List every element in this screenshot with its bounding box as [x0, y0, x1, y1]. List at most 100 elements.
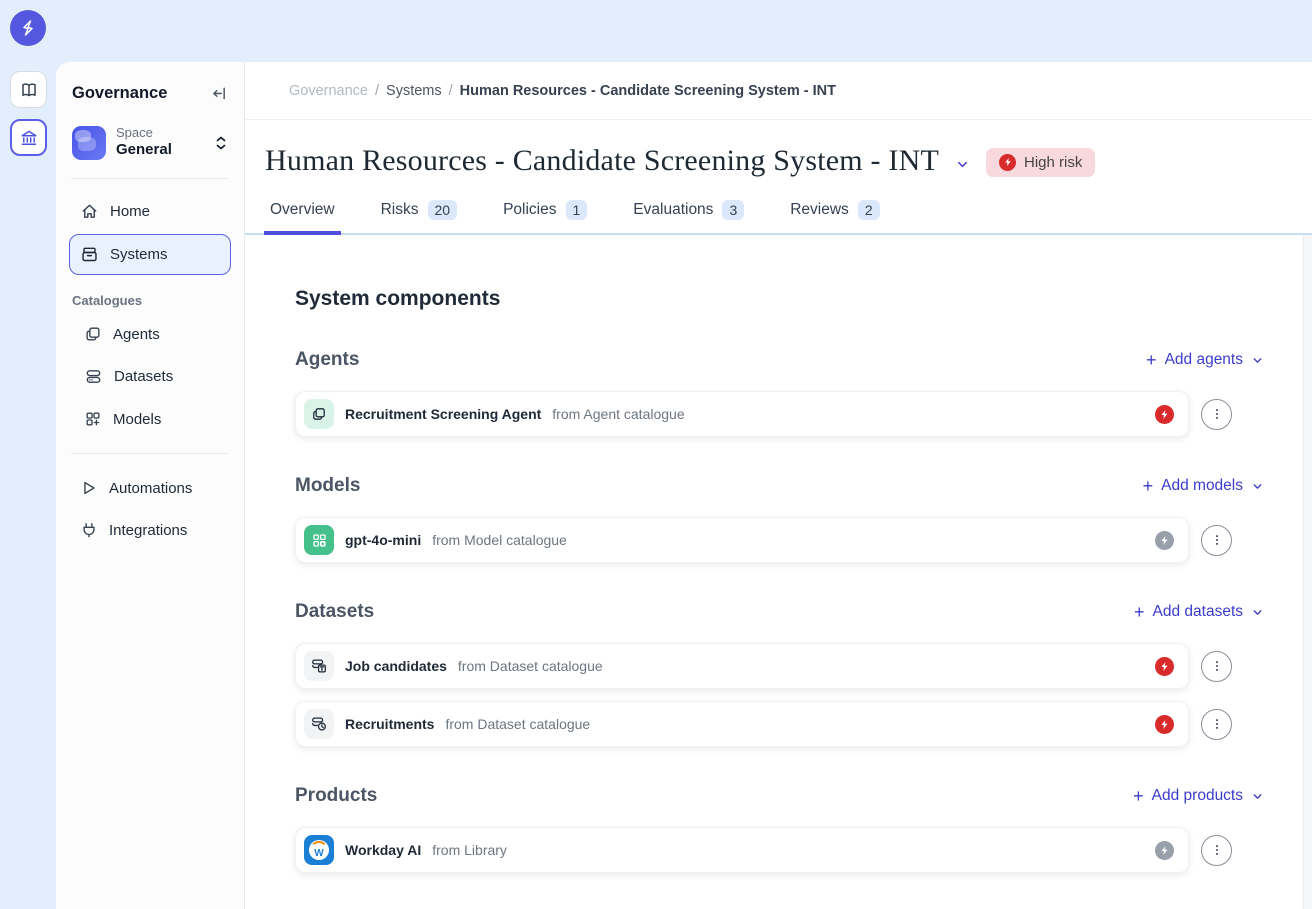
tab-evaluations[interactable]: Evaluations 3: [630, 190, 747, 233]
systems-drawer-icon: [80, 245, 99, 264]
high-risk-bolt-icon: [1155, 405, 1174, 424]
sidebar-item-integrations[interactable]: Integrations: [69, 510, 231, 550]
kebab-menu-button[interactable]: [1201, 709, 1232, 740]
model-card-gpt-4o-mini[interactable]: gpt-4o-mini from Model catalogue: [295, 517, 1189, 563]
component-source: from Model catalogue: [432, 532, 567, 548]
risk-badge: High risk: [986, 148, 1095, 177]
plus-icon: +: [1133, 787, 1144, 805]
space-label: Space: [116, 125, 204, 141]
database-icon: [84, 367, 103, 386]
chevron-down-icon: [1251, 480, 1264, 493]
risk-badge-label: High risk: [1024, 154, 1082, 171]
kebab-menu-button[interactable]: [1201, 399, 1232, 430]
library-rail-button[interactable]: [10, 71, 47, 108]
chevron-down-icon: [1251, 606, 1264, 619]
home-icon: [80, 202, 99, 221]
neutral-bolt-icon: [1155, 531, 1174, 550]
tab-policies[interactable]: Policies 1: [500, 190, 590, 233]
sidebar-item-models[interactable]: Models: [73, 399, 231, 439]
component-source: from Library: [432, 842, 507, 858]
tab-overview[interactable]: Overview: [267, 190, 338, 233]
play-icon: [80, 479, 98, 497]
dataset-card-job-candidates[interactable]: Job candidates from Dataset catalogue: [295, 643, 1189, 689]
component-source: from Agent catalogue: [552, 406, 684, 422]
plus-icon: +: [1143, 477, 1154, 495]
tab-label: Evaluations: [633, 201, 713, 219]
kebab-menu-button[interactable]: [1201, 835, 1232, 866]
sidebar-item-label: Home: [110, 203, 150, 220]
sidebar-item-label: Integrations: [109, 522, 187, 539]
sidebar-item-label: Models: [113, 411, 161, 428]
bank-icon: [19, 128, 39, 148]
sidebar-section-label: Catalogues: [69, 293, 231, 308]
system-components-panel: System components Agents + Add agents: [245, 235, 1312, 909]
agent-copy-icon: [304, 399, 334, 429]
sidebar-item-home[interactable]: Home: [69, 191, 231, 232]
sidebar-item-label: Agents: [113, 326, 160, 343]
sidebar-item-label: Automations: [109, 480, 192, 497]
component-name: Job candidates: [345, 658, 447, 674]
tab-count-badge: 2: [858, 200, 880, 220]
breadcrumb-item-governance[interactable]: Governance: [289, 83, 368, 99]
tab-label: Overview: [270, 201, 335, 219]
sidebar-item-automations[interactable]: Automations: [69, 468, 231, 508]
main-panel: Governance Space General: [56, 62, 1312, 909]
tab-label: Reviews: [790, 201, 849, 219]
add-models-button[interactable]: + Add models: [1143, 477, 1264, 495]
plug-icon: [80, 521, 98, 539]
dataset-table-icon: [304, 651, 334, 681]
component-row: gpt-4o-mini from Model catalogue: [295, 517, 1232, 563]
tab-bar: Overview Risks 20 Policies 1 Evaluations…: [245, 190, 1312, 235]
space-icon: [72, 126, 106, 160]
tab-label: Risks: [381, 201, 419, 219]
section-title: System components: [295, 287, 1232, 311]
add-agents-button[interactable]: + Add agents: [1146, 351, 1264, 369]
component-name: gpt-4o-mini: [345, 532, 421, 548]
breadcrumb-item-systems[interactable]: Systems: [386, 83, 442, 99]
neutral-bolt-icon: [1155, 841, 1174, 860]
title-chevron-down-icon[interactable]: [955, 157, 970, 172]
component-name: Recruitment Screening Agent: [345, 406, 541, 422]
breadcrumb: Governance / Systems / Human Resources -…: [245, 62, 1312, 120]
component-row: Job candidates from Dataset catalogue: [295, 643, 1232, 689]
governance-rail-button[interactable]: [10, 119, 47, 156]
add-button-label: Add products: [1152, 787, 1243, 805]
sidebar-item-agents[interactable]: Agents: [73, 314, 231, 354]
sidebar-item-label: Systems: [110, 246, 168, 263]
kebab-menu-button[interactable]: [1201, 525, 1232, 556]
add-datasets-button[interactable]: + Add datasets: [1134, 603, 1264, 621]
sidebar-item-label: Datasets: [114, 368, 173, 385]
sidebar-item-datasets[interactable]: Datasets: [73, 356, 231, 397]
space-name: General: [116, 141, 204, 160]
add-button-label: Add models: [1161, 477, 1243, 495]
plus-icon: +: [1134, 603, 1145, 621]
copy-icon: [84, 325, 102, 343]
agent-card-recruitment-screening-agent[interactable]: Recruitment Screening Agent from Agent c…: [295, 391, 1189, 437]
dataset-card-recruitments[interactable]: Recruitments from Dataset catalogue: [295, 701, 1189, 747]
plus-icon: +: [1146, 351, 1157, 369]
tab-risks[interactable]: Risks 20: [378, 190, 460, 233]
page-title: Human Resources - Candidate Screening Sy…: [265, 144, 939, 178]
high-risk-bolt-icon: [1155, 657, 1174, 676]
component-row: W Workday AI from Library: [295, 827, 1232, 873]
add-button-label: Add datasets: [1153, 603, 1243, 621]
tab-count-badge: 3: [722, 200, 744, 220]
app-logo-icon[interactable]: [10, 10, 46, 46]
space-selector[interactable]: Space General: [69, 109, 231, 178]
open-book-icon: [19, 80, 39, 100]
sidebar-item-systems[interactable]: Systems: [69, 234, 231, 275]
product-card-workday-ai[interactable]: W Workday AI from Library: [295, 827, 1189, 873]
sidebar-title: Governance: [72, 84, 167, 103]
tab-reviews[interactable]: Reviews 2: [787, 190, 882, 233]
datasets-section-heading: Datasets: [295, 601, 374, 623]
component-row: Recruitment Screening Agent from Agent c…: [295, 391, 1232, 437]
collapse-sidebar-icon[interactable]: [211, 85, 228, 102]
chevron-down-icon: [1251, 790, 1264, 803]
add-products-button[interactable]: + Add products: [1133, 787, 1264, 805]
scrollbar[interactable]: [1303, 235, 1312, 909]
breadcrumb-separator: /: [449, 83, 453, 99]
kebab-menu-button[interactable]: [1201, 651, 1232, 682]
tab-count-badge: 20: [428, 200, 458, 220]
app-rail: [0, 0, 56, 909]
add-button-label: Add agents: [1165, 351, 1243, 369]
